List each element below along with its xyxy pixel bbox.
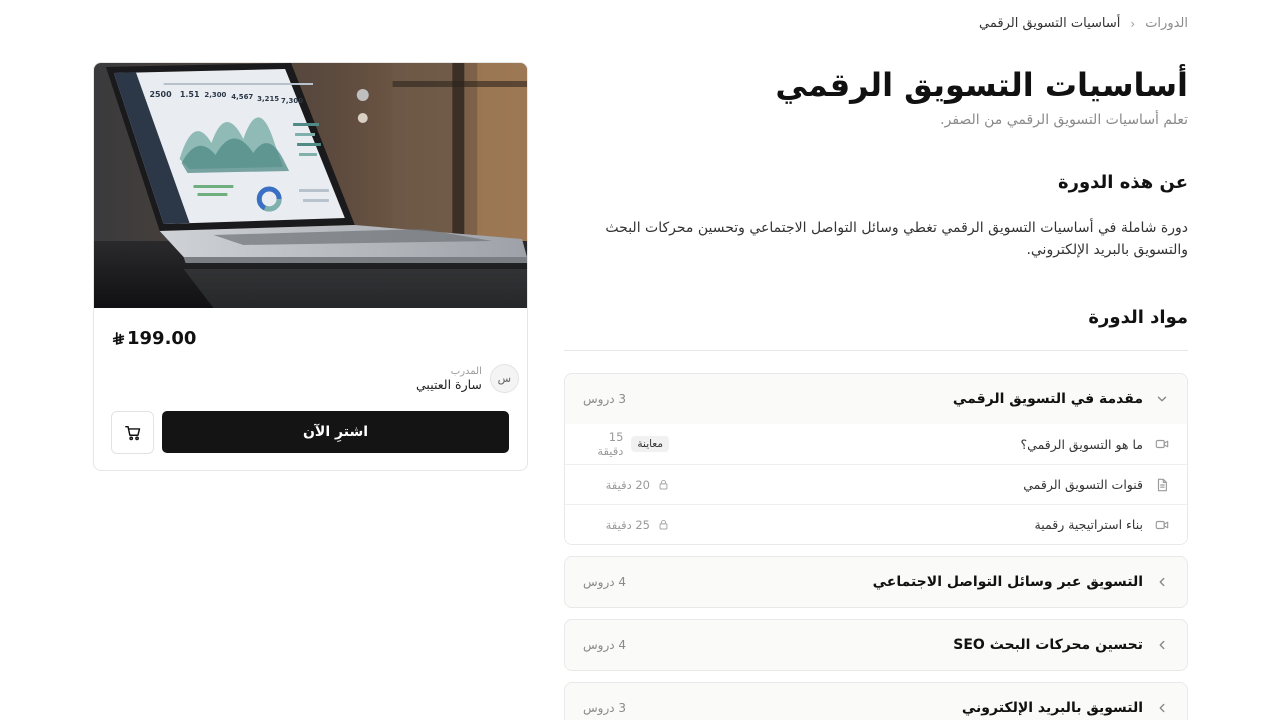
preview-badge[interactable]: معاينة [631,436,669,453]
about-heading: عن هذه الدورة [1057,172,1188,194]
chevron-left-icon [1159,704,1165,713]
lesson-item[interactable]: قنوات التسويق الرقمي 20 دقيقة [565,464,1187,504]
riyal-icon [112,331,125,345]
purchase-card: 2500 1.51 2,300 4,567 3,215 7,300 199.00… [93,62,528,471]
card-actions: اشترِ الآن [111,411,509,454]
course-details: أساسيات التسويق الرقمي تعلم أساسيات التس… [564,60,1188,720]
module-title: مقدمة في التسويق الرقمي [952,391,1143,408]
module-title: التسويق عبر وسائل التواصل الاجتماعي [872,574,1143,591]
breadcrumb-current: أساسيات التسويق الرقمي [979,16,1121,31]
instructor-name: سارة العتيبي [416,376,482,392]
lesson-duration: 20 دقيقة [605,477,650,492]
lessons-list: ما هو التسويق الرقمي؟ معاينة 15 دقيقة قن… [565,424,1187,545]
chevron-down-icon [1157,396,1167,402]
module-header[interactable]: التسويق عبر وسائل التواصل الاجتماعي 4 در… [565,557,1187,607]
chevron-left-icon [1159,578,1165,587]
video-icon [1155,440,1169,449]
page-title: أساسيات التسويق الرقمي [775,66,1188,104]
module-lesson-count: 3 دروس [583,701,627,716]
breadcrumb: الدورات ‹ أساسيات التسويق الرقمي [979,16,1188,31]
lesson-title: ما هو التسويق الرقمي؟ [1020,436,1143,452]
stat-value: 2,300 [204,91,226,99]
module-title: تحسين محركات البحث SEO [953,637,1143,654]
stat-value: 2500 [150,90,173,99]
cart-icon [124,425,140,440]
chevron-left-icon: ‹ [1130,16,1136,31]
price-amount: 199.00 [127,328,197,349]
page-subtitle: تعلم أساسيات التسويق الرقمي من الصفر. [940,112,1188,129]
stat-value: 3,215 [257,95,279,103]
instructor-label: المدرب [450,365,482,377]
buy-now-button[interactable]: اشترِ الآن [162,411,509,453]
breadcrumb-courses-link[interactable]: الدورات [1145,16,1188,31]
lock-icon [659,480,668,490]
course-cover-image: 2500 1.51 2,300 4,567 3,215 7,300 [94,63,527,308]
stat-value: 1.51 [180,90,200,99]
module-lesson-count: 4 دروس [583,575,627,590]
module-lesson-count: 3 دروس [583,392,627,407]
lesson-title: بناء استراتيجية رقمية [1034,517,1143,533]
avatar: س [489,364,519,393]
module-header[interactable]: تحسين محركات البحث SEO 4 دروس [565,620,1187,670]
document-icon [1157,478,1167,492]
materials-heading: مواد الدورة [1088,307,1188,329]
about-text: دورة شاملة في أساسيات التسويق الرقمي تغط… [605,220,1188,259]
add-to-cart-button[interactable] [111,411,154,454]
lock-icon [659,520,668,530]
module-header[interactable]: التسويق بالبريد الإلكتروني 3 دروس [565,683,1187,720]
lesson-meta: معاينة 15 دقيقة [583,430,669,458]
lesson-duration: 25 دقيقة [605,517,650,532]
lesson-title: قنوات التسويق الرقمي [1023,477,1143,493]
video-icon [1155,520,1169,529]
module-item: مقدمة في التسويق الرقمي 3 دروس ما هو الت… [564,373,1188,546]
module-item: تحسين محركات البحث SEO 4 دروس [564,619,1188,672]
modules-list: مقدمة في التسويق الرقمي 3 دروس ما هو الت… [564,373,1188,720]
divider [564,350,1188,352]
lesson-meta: 25 دقيقة [583,518,669,532]
stat-value: 4,567 [231,93,253,101]
lesson-item[interactable]: ما هو التسويق الرقمي؟ معاينة 15 دقيقة [565,424,1187,464]
stat-value: 7,300 [281,97,303,105]
lesson-meta: 20 دقيقة [583,478,669,492]
lesson-item[interactable]: بناء استراتيجية رقمية 25 دقيقة [565,504,1187,544]
module-title: التسويق بالبريد الإلكتروني [961,700,1143,717]
chevron-left-icon [1159,641,1165,650]
module-lesson-count: 4 دروس [583,638,627,653]
price: 199.00 [112,328,196,349]
lesson-duration: 15 دقيقة [597,430,624,459]
module-header[interactable]: مقدمة في التسويق الرقمي 3 دروس [565,374,1187,424]
module-item: التسويق عبر وسائل التواصل الاجتماعي 4 در… [564,556,1188,609]
instructor-text: المدرب سارة العتيبي [416,366,482,392]
instructor-info: س المدرب سارة العتيبي [416,364,519,393]
module-item: التسويق بالبريد الإلكتروني 3 دروس [564,682,1188,720]
